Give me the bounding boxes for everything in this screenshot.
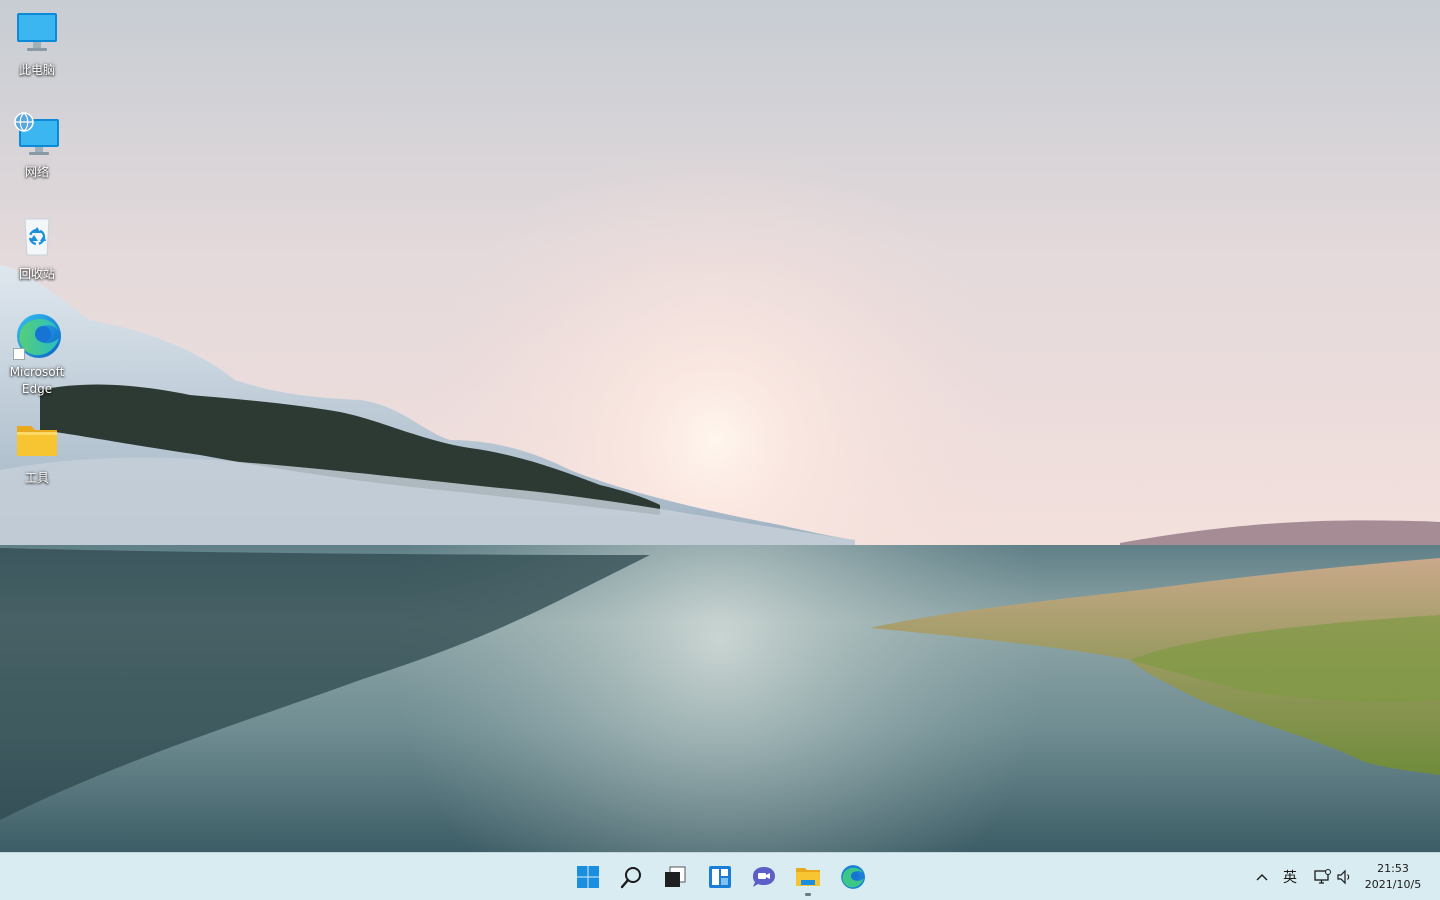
task-view-button[interactable] [655,857,695,897]
search-button[interactable] [612,857,652,897]
folder-icon [13,418,61,466]
network-status-icon [1314,869,1331,884]
desktop-icon-network[interactable]: 网络 [4,112,70,181]
taskbar: 英 21:53 2021/10/5 [0,852,1440,900]
edge-icon [841,865,865,889]
widgets-icon [709,866,731,888]
clock[interactable]: 21:53 2021/10/5 [1360,861,1426,893]
monitor-icon [13,10,61,58]
network-status-button[interactable] [1310,865,1334,889]
search-icon [620,867,641,889]
input-method-indicator[interactable]: 英 [1278,865,1302,889]
tray-overflow-button[interactable] [1252,865,1272,889]
desktop-wallpaper [0,0,1440,852]
shortcut-arrow-icon [13,348,25,360]
clock-time: 21:53 [1377,862,1409,875]
file-explorer-icon [796,868,820,886]
chat-icon [753,867,775,887]
volume-button[interactable] [1334,865,1356,889]
edge-icon [13,312,61,360]
widgets-button[interactable] [700,857,740,897]
start-button[interactable] [568,857,608,897]
desktop-icon-label: 回收站 [18,267,55,281]
running-indicator [805,893,811,896]
desktop-icon-label: 此电脑 [18,63,55,77]
taskbar-pinned-apps [566,853,876,900]
desktop-icon-label: Microsoft Edge [9,365,65,396]
network-icon [13,112,61,160]
desktop-icon-microsoft-edge[interactable]: Microsoft Edge [4,312,70,398]
desktop-icon-label: 网络 [24,165,49,179]
edge-button[interactable] [832,857,872,897]
desktop-icon-recycle-bin[interactable]: 回收站 [4,214,70,283]
desktop-icon-label: 工具 [24,471,49,485]
chat-button[interactable] [744,857,784,897]
chevron-up-icon [1256,874,1268,881]
windows-start-icon [577,866,599,888]
recycle-bin-icon [13,214,61,262]
desktop-icon-folder-tools[interactable]: 工具 [4,418,70,487]
desktop-icon-this-pc[interactable]: 此电脑 [4,10,70,79]
task-view-icon [665,866,686,887]
clock-date: 2021/10/5 [1364,878,1422,891]
volume-icon [1337,869,1350,885]
file-explorer-button[interactable] [788,857,828,897]
